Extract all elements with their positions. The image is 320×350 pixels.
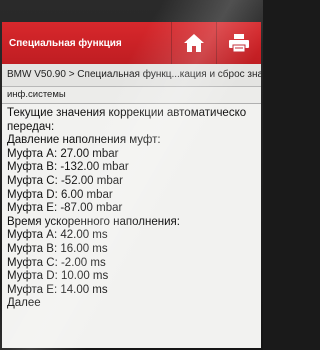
print-button[interactable] [216,22,261,64]
clutch-pressure-value: Муфта E: -87.00 mbar [7,202,123,215]
clutch-fill-time-value: Муфта B: 16.00 ms [7,242,108,255]
clutch-fill-time-value: Муфта E: 14.00 ms [7,283,108,296]
clutch-fill-time-value: Муфта A: 42.00 ms [7,229,108,242]
clutch-fill-time-value: Муфта C: -2.00 ms [7,256,106,269]
clutch-pressure-value: Муфта D: 6.00 mbar [7,188,113,201]
diagnostic-info-panel: Текущие значения коррекции автоматическо… [7,107,261,311]
clutch-pressure-value: Муфта B: -132.00 mbar [7,161,129,174]
text-line: Текущие значения коррекции автоматическо [7,107,247,119]
app-header: Специальная функция [2,22,261,64]
home-icon [184,34,204,52]
tab-info-system[interactable]: инф.системы [2,87,261,104]
clutch-fill-time-value: Муфта D: 10.00 ms [7,270,109,283]
text-line: Далее [7,297,41,310]
section-heading: Давление наполнения муфт: [7,134,161,147]
clutch-pressure-value: Муфта C: -52.00 mbar [7,174,123,187]
header-title: Специальная функция [9,37,122,49]
breadcrumb: BMW V50.90 > Специальная функц...кация и… [2,64,261,87]
home-button[interactable] [171,22,216,64]
clutch-pressure-value: Муфта A: 27.00 mbar [7,147,119,160]
print-icon [229,34,249,53]
device-screen: Специальная функция BMW V50.90 > Специал… [2,22,261,348]
text-line: передач: [7,120,55,133]
section-heading: Время ускоренного наполнения: [7,215,180,228]
